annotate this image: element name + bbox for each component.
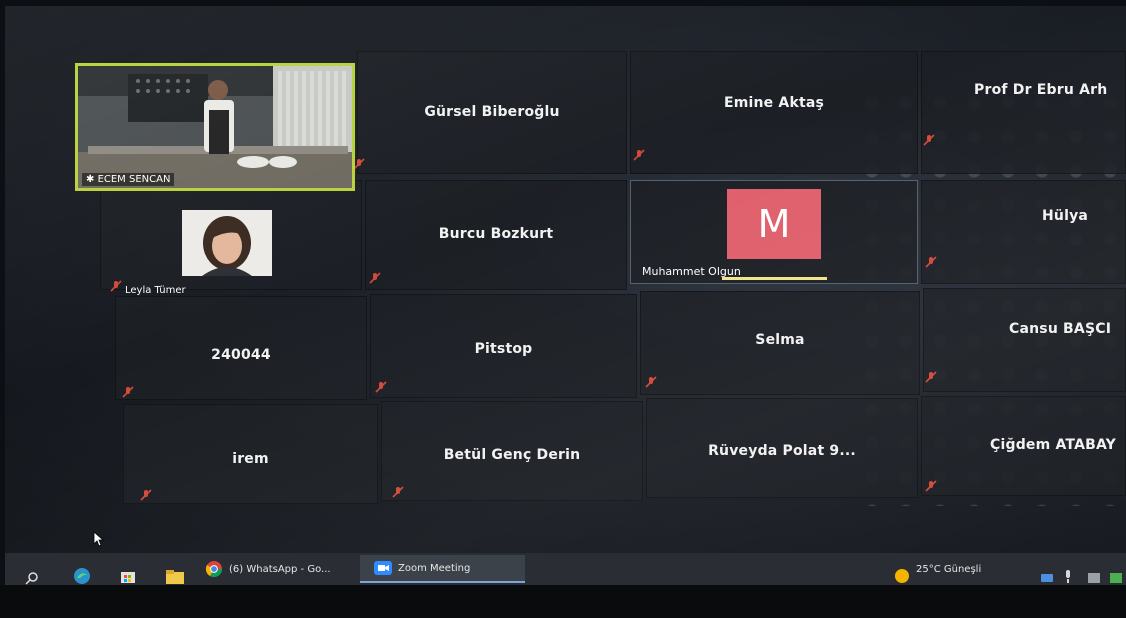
participant-name: Betül Genç Derin — [443, 447, 581, 463]
participant-photo — [182, 210, 272, 276]
participant-name: Prof Dr Ebru Arh — [974, 82, 1108, 98]
participant-tile-ruveyda[interactable]: Rüveyda Polat 9... — [646, 398, 918, 498]
video-participant-label: ✱ ECEM SENCAN — [82, 173, 175, 186]
weather-widget[interactable]: 25°C Güneşli — [916, 555, 981, 583]
chrome-icon — [205, 561, 223, 578]
taskbar-zoom-meeting[interactable]: Zoom Meeting — [360, 555, 525, 583]
participant-name: 240044 — [211, 347, 271, 363]
participant-name: Çiğdem ATABAY — [990, 437, 1117, 453]
participant-tile-betul[interactable]: Betül Genç Derin — [381, 401, 643, 501]
participant-name: Hülya — [1042, 208, 1089, 224]
participant-name: Selma — [755, 332, 805, 348]
participant-name: ECEM SENCAN — [97, 174, 171, 185]
muted-mic-icon — [122, 386, 134, 398]
participant-name: Emine Aktaş — [723, 95, 825, 111]
participant-tile-emine[interactable]: Emine Aktaş — [630, 51, 918, 174]
muted-mic-icon — [375, 381, 387, 393]
participant-tile-selma[interactable]: Selma — [640, 291, 920, 395]
muted-mic-icon — [923, 134, 935, 146]
muted-mic-icon — [925, 256, 937, 268]
muted-mic-icon — [110, 280, 122, 292]
participant-name: Pitstop — [474, 341, 533, 357]
participant-tile-cansu[interactable]: Cansu BAŞCI — [923, 288, 1126, 392]
participant-tile-ebru[interactable]: Prof Dr Ebru Arh — [921, 51, 1126, 174]
muted-mic-icon — [645, 376, 657, 388]
participant-tile-240044[interactable]: 240044 — [115, 296, 367, 400]
mouse-cursor — [93, 531, 105, 547]
taskbar-item-label: Zoom Meeting — [398, 562, 471, 574]
zoom-meeting-window: Gürsel Biberoğlu Emine Aktaş Prof Dr Ebr… — [5, 6, 1126, 585]
weather-text: 25°C Güneşli — [916, 563, 982, 575]
participant-tile-gursel[interactable]: Gürsel Biberoğlu — [357, 51, 627, 174]
participant-video-feed — [78, 66, 352, 188]
participant-name: Cansu BAŞCI — [1009, 321, 1112, 337]
muted-mic-icon — [925, 371, 937, 383]
muted-mic-icon — [369, 272, 381, 284]
zoom-icon — [374, 561, 392, 575]
active-speaker-indicator — [722, 277, 827, 280]
muted-mic-icon — [633, 149, 645, 161]
participant-tile-hulya[interactable]: Hülya — [921, 180, 1126, 284]
participant-name: irem — [232, 451, 269, 467]
participant-name: Rüveyda Polat 9... — [708, 443, 856, 459]
pin-icon: ✱ — [86, 174, 98, 185]
participant-tile-ecem-video[interactable]: ✱ ECEM SENCAN — [75, 63, 355, 191]
participant-tile-cigdem[interactable]: Çiğdem ATABAY — [921, 396, 1126, 496]
participant-tile-burcu[interactable]: Burcu Bozkurt — [365, 180, 627, 290]
avatar: M — [727, 189, 821, 259]
participant-tile-irem[interactable]: irem — [123, 404, 378, 504]
monitor-bezel — [0, 585, 1126, 618]
muted-mic-icon — [925, 480, 937, 492]
participant-name: Leyla Tümer — [125, 285, 186, 296]
taskbar-item-label: (6) WhatsApp - Go... — [229, 563, 331, 575]
taskbar-whatsapp-chrome[interactable]: (6) WhatsApp - Go... — [205, 555, 353, 583]
participant-name: Burcu Bozkurt — [438, 226, 554, 242]
participant-name: Gürsel Biberoğlu — [424, 104, 560, 120]
participant-tile-pitstop[interactable]: Pitstop — [370, 294, 637, 398]
taskbar: (6) WhatsApp - Go... Zoom Meeting 25°C G… — [5, 553, 1126, 585]
muted-mic-icon — [140, 489, 152, 501]
muted-mic-icon — [392, 486, 404, 498]
